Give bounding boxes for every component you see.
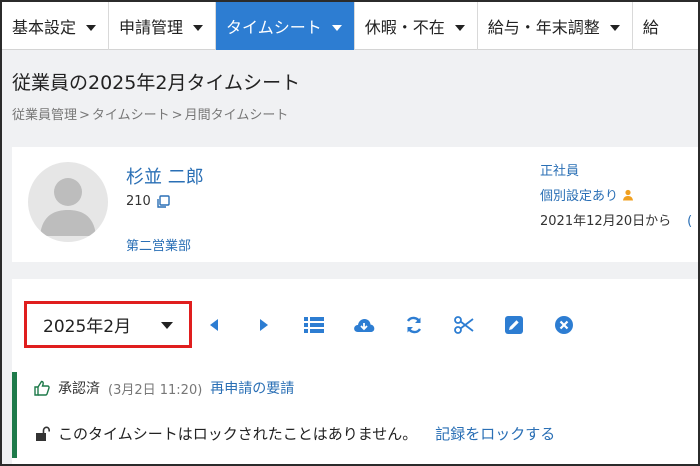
refresh-button[interactable] bbox=[402, 313, 426, 337]
effective-date-value: 2021年12月20日から bbox=[540, 214, 672, 229]
person-icon bbox=[623, 189, 634, 200]
timesheet-toolbar bbox=[202, 313, 602, 337]
breadcrumb-item-monthly-timesheet: 月間タイムシート bbox=[184, 108, 289, 123]
unlock-icon bbox=[36, 425, 50, 441]
top-navigation: 基本設定 申請管理 タイムシート 休暇・不在 給与・年末調整 給 bbox=[2, 2, 698, 50]
user-silhouette-icon bbox=[40, 178, 96, 236]
app-frame: 基本設定 申請管理 タイムシート 休暇・不在 給与・年末調整 給 従業員の202… bbox=[0, 0, 700, 466]
download-button[interactable] bbox=[352, 313, 376, 337]
lock-status-row: このタイムシートはロックされたことはありません。 記録をロックする bbox=[34, 423, 555, 444]
month-select[interactable]: 2025年2月 bbox=[24, 301, 192, 348]
employee-department[interactable]: 第二営業部 bbox=[126, 235, 191, 254]
nav-label: 申請管理 bbox=[119, 18, 184, 37]
month-select-value: 2025年2月 bbox=[43, 317, 132, 337]
breadcrumb-item-employee-management[interactable]: 従業員管理 bbox=[12, 108, 77, 123]
approved-time: (3月2日 11:20) bbox=[108, 382, 203, 398]
edit-button[interactable] bbox=[502, 313, 526, 337]
chevron-down-icon bbox=[609, 24, 620, 31]
nav-more[interactable]: 給 bbox=[633, 2, 671, 50]
scissors-icon bbox=[454, 316, 474, 334]
employee-name[interactable]: 杉並 二郎 bbox=[126, 163, 204, 189]
nav-request-management[interactable]: 申請管理 bbox=[109, 2, 217, 50]
nav-label: 基本設定 bbox=[12, 18, 77, 37]
next-month-button[interactable] bbox=[252, 313, 276, 337]
breadcrumb-item-timesheet[interactable]: タイムシート bbox=[92, 108, 170, 123]
cloud-download-icon bbox=[354, 319, 375, 332]
delete-button[interactable] bbox=[552, 313, 576, 337]
individual-setting[interactable]: 個別設定あり bbox=[540, 185, 634, 204]
approval-status-row: 承認済 (3月2日 11:20) 再申請の要請 bbox=[34, 378, 294, 398]
nav-label: 給 bbox=[642, 18, 659, 37]
cut-button[interactable] bbox=[452, 313, 476, 337]
timesheet-section: 2025年2月 承認済 (3月2日 11:20) 再申請の要請 このタイムシート… bbox=[12, 279, 698, 464]
nav-timesheet[interactable]: タイムシート bbox=[216, 2, 355, 50]
list-view-button[interactable] bbox=[302, 313, 326, 337]
chevron-down-icon bbox=[86, 24, 97, 31]
nav-label: 給与・年末調整 bbox=[487, 18, 600, 37]
next-icon bbox=[260, 319, 268, 331]
close-circle-icon bbox=[555, 316, 573, 334]
prev-icon bbox=[210, 319, 218, 331]
nav-leave-absence[interactable]: 休暇・不在 bbox=[355, 2, 478, 50]
chevron-down-icon bbox=[193, 24, 204, 31]
lock-record-link[interactable]: 記録をロックする bbox=[435, 423, 555, 444]
copy-icon[interactable] bbox=[156, 194, 170, 209]
nav-label: タイムシート bbox=[226, 18, 322, 37]
lock-status-message: このタイムシートはロックされたことはありません。 bbox=[58, 425, 418, 443]
effective-date-paren: ( bbox=[687, 214, 693, 229]
employee-id: 210 bbox=[126, 194, 170, 209]
breadcrumb-separator: > bbox=[79, 108, 90, 123]
prev-month-button[interactable] bbox=[202, 313, 226, 337]
nav-basic-settings[interactable]: 基本設定 bbox=[2, 2, 110, 50]
effective-date: 2021年12月20日から ( bbox=[540, 210, 692, 229]
thumbs-up-icon bbox=[34, 380, 50, 396]
nav-label: 休暇・不在 bbox=[364, 18, 445, 37]
chevron-down-icon bbox=[331, 24, 342, 31]
edit-icon bbox=[505, 316, 523, 334]
employee-id-value: 210 bbox=[126, 194, 151, 209]
employment-type[interactable]: 正社員 bbox=[540, 160, 579, 179]
avatar bbox=[28, 162, 108, 242]
chevron-down-icon bbox=[454, 24, 465, 31]
nav-payroll[interactable]: 給与・年末調整 bbox=[478, 2, 633, 50]
chevron-down-icon bbox=[161, 322, 173, 329]
approved-label: 承認済 bbox=[58, 381, 100, 397]
list-icon bbox=[304, 317, 324, 333]
approval-status-block: 承認済 (3月2日 11:20) 再申請の要請 このタイムシートはロックされたこ… bbox=[12, 372, 698, 458]
employee-card: 杉並 二郎 210 第二営業部 正社員 個別設定あり 2021年12月20日から… bbox=[12, 147, 698, 262]
individual-setting-label: 個別設定あり bbox=[540, 189, 619, 204]
refresh-icon bbox=[406, 316, 422, 334]
reapply-request-link[interactable]: 再申請の要請 bbox=[210, 378, 294, 398]
breadcrumb-separator: > bbox=[171, 108, 183, 123]
page-title: 従業員の2025年2月タイムシート bbox=[12, 72, 301, 94]
breadcrumb: 従業員管理 > タイムシート > 月間タイムシート bbox=[12, 104, 290, 123]
